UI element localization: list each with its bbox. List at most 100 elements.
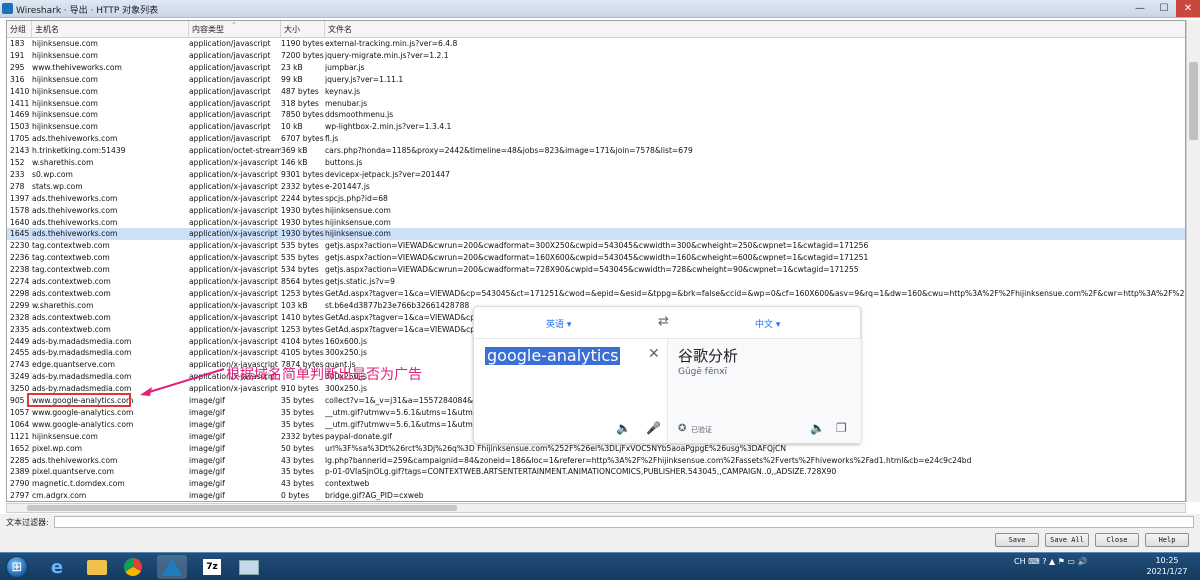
copy-icon[interactable]: ❐: [836, 421, 847, 435]
cell-size: 6707 bytes: [281, 134, 324, 144]
cell-packet: 2299: [10, 300, 30, 310]
table-row[interactable]: 2389 pixel.quantserve.com image/gif 35 byte…: [7, 466, 1185, 478]
table-row[interactable]: 2230 tag.contextweb.com application/x-java…: [7, 240, 1185, 252]
taskbar-7zip[interactable]: 7z: [197, 555, 227, 579]
cell-content-type: image/gif: [189, 491, 225, 501]
cell-packet: 2797: [10, 491, 30, 501]
text-filter-input[interactable]: [54, 516, 1194, 528]
swap-languages-icon[interactable]: ⇄: [658, 314, 669, 329]
target-language-select[interactable]: 中文 ▾: [755, 317, 780, 330]
table-row[interactable]: 2797 cm.adgrx.com image/gif 0 bytes bridge.g…: [7, 490, 1185, 501]
save-button[interactable]: Save: [995, 533, 1039, 547]
cell-size: 7200 bytes: [281, 50, 324, 60]
close-button[interactable]: Close: [1095, 533, 1139, 547]
table-row[interactable]: 1410 hijinksensue.com application/javascri…: [7, 86, 1185, 98]
cell-packet: 2274: [10, 277, 30, 286]
minimize-button[interactable]: —: [1128, 0, 1152, 17]
horizontal-scroll-thumb[interactable]: [27, 505, 457, 511]
table-row[interactable]: 2298 ads.contextweb.com application/x-java…: [7, 288, 1185, 300]
cell-size: 487 bytes: [281, 86, 319, 96]
cell-size: 50 bytes: [281, 443, 314, 453]
table-row[interactable]: 2143 h.trinketking.com:51439 application/o…: [7, 145, 1185, 157]
column-header-filename[interactable]: 文件名: [325, 21, 1185, 38]
cell-size: 1930 bytes: [281, 229, 324, 239]
table-row[interactable]: 2238 tag.contextweb.com application/x-java…: [7, 264, 1185, 276]
table-row[interactable]: 278 stats.wp.com application/x-javascript 2…: [7, 181, 1185, 193]
save-all-button[interactable]: Save All: [1045, 533, 1089, 547]
cell-hostname: ads-by.madadsmedia.com: [32, 348, 132, 358]
window-titlebar: Wireshark · 导出 · HTTP 对象列表 — ☐ ✕: [0, 0, 1200, 18]
table-row[interactable]: 1652 pixel.wp.com image/gif 50 bytes url%3F%…: [7, 443, 1185, 455]
cell-size: 1190 bytes: [281, 39, 324, 48]
table-row[interactable]: 2285 ads.thehiveworks.com image/gif 43 byte…: [7, 455, 1185, 467]
cell-content-type: application/x-javascript: [189, 169, 278, 179]
cell-filename: external-tracking.min.js?ver=6.4.8: [325, 39, 458, 48]
microphone-icon[interactable]: 🎤: [646, 421, 661, 435]
taskbar-wireshark[interactable]: [157, 555, 187, 579]
clear-icon[interactable]: ✕: [648, 346, 660, 362]
help-button[interactable]: Help: [1145, 533, 1189, 547]
cell-filename: url%3F%sa%3Dt%26rct%3Dj%26q%3D Fhijinkse…: [325, 443, 787, 453]
source-text[interactable]: google-analytics: [485, 347, 621, 365]
table-row[interactable]: 1645 ads.thehiveworks.com application/x-ja…: [7, 228, 1185, 241]
cell-size: 8564 bytes: [281, 277, 324, 286]
table-row[interactable]: 2790 magnetic.t.domdex.com image/gif 43 byt…: [7, 478, 1185, 490]
vertical-scrollbar[interactable]: [1186, 20, 1200, 502]
cell-size: 4104 bytes: [281, 336, 324, 346]
table-row[interactable]: 1411 hijinksensue.com application/javascri…: [7, 98, 1185, 110]
clock[interactable]: 10:25 2021/1/27: [1142, 555, 1192, 577]
cell-hostname: hijinksensue.com: [32, 74, 98, 84]
maximize-button[interactable]: ☐: [1152, 0, 1176, 17]
cell-packet: 2335: [10, 324, 30, 334]
cell-filename: getjs.aspx?action=VIEWAD&cwrun=200&cwadf…: [325, 265, 859, 275]
cell-size: 43 bytes: [281, 455, 314, 465]
cell-content-type: application/x-javascript: [189, 265, 278, 275]
table-row[interactable]: 191 hijinksensue.com application/javascrip…: [7, 50, 1185, 62]
system-tray[interactable]: CH ⌨ ? ▲ ⚑ ▭ 🔊: [1014, 557, 1088, 566]
table-row[interactable]: 183 hijinksensue.com application/javascrip…: [7, 38, 1185, 50]
highlight-box: [27, 393, 131, 407]
cell-hostname: h.trinketking.com:51439: [32, 146, 126, 156]
vertical-scroll-thumb[interactable]: [1189, 62, 1198, 140]
dialog-button-bar: Save Save All Close Help: [0, 530, 1200, 552]
taskbar-image-viewer[interactable]: [234, 555, 264, 579]
column-header-size[interactable]: 大小: [281, 21, 325, 38]
cell-size: 2332 bytes: [281, 431, 324, 441]
table-row[interactable]: 152 w.sharethis.com application/x-javascri…: [7, 157, 1185, 169]
taskbar-explorer[interactable]: [82, 555, 112, 579]
cell-content-type: image/gif: [189, 479, 225, 489]
cell-size: 1410 bytes: [281, 312, 324, 322]
table-row[interactable]: 295 www.thehiveworks.com application/javas…: [7, 62, 1185, 74]
cell-filename: fl.js: [325, 134, 339, 144]
table-row[interactable]: 1640 ads.thehiveworks.com application/x-ja…: [7, 217, 1185, 229]
cell-filename: bridge.gif?AG_PID=cxweb: [325, 491, 424, 501]
column-header-packet[interactable]: 分组: [7, 21, 32, 38]
cell-content-type: application/javascript: [189, 122, 271, 132]
cell-packet: 1411: [10, 98, 30, 108]
clock-time: 10:25: [1155, 556, 1179, 565]
start-button[interactable]: ⊞: [2, 555, 32, 579]
table-row[interactable]: 1469 hijinksensue.com application/javascri…: [7, 109, 1185, 121]
table-row[interactable]: 1397 ads.thehiveworks.com application/x-ja…: [7, 193, 1185, 205]
table-row[interactable]: 233 s0.wp.com application/x-javascript 9301…: [7, 169, 1185, 181]
taskbar-chrome[interactable]: [118, 555, 148, 579]
table-row[interactable]: 1503 hijinksensue.com application/javascri…: [7, 121, 1185, 133]
horizontal-scrollbar[interactable]: [6, 503, 1186, 513]
taskbar-ie[interactable]: e: [42, 555, 72, 579]
verified-label: 已验证: [691, 426, 712, 434]
table-row[interactable]: 2236 tag.contextweb.com application/x-java…: [7, 252, 1185, 264]
table-row[interactable]: 1578 ads.thehiveworks.com application/x-ja…: [7, 205, 1185, 217]
table-row[interactable]: 1705 ads.thehiveworks.com application/java…: [7, 133, 1185, 145]
cell-content-type: application/x-javascript: [189, 300, 278, 310]
close-window-button[interactable]: ✕: [1176, 0, 1200, 17]
cell-hostname: ads.thehiveworks.com: [32, 217, 118, 227]
table-row[interactable]: 316 hijinksensue.com application/javascrip…: [7, 74, 1185, 86]
source-language-select[interactable]: 英语 ▾: [546, 317, 571, 330]
cell-hostname: tag.contextweb.com: [32, 253, 110, 263]
column-header-hostname[interactable]: 主机名: [32, 21, 189, 38]
cell-hostname: ads.contextweb.com: [32, 277, 111, 286]
speaker-icon[interactable]: 🔈: [810, 421, 825, 435]
table-row[interactable]: 2274 ads.contextweb.com application/x-java…: [7, 276, 1185, 288]
speaker-icon[interactable]: 🔈: [616, 421, 631, 435]
cell-packet: 1705: [10, 134, 30, 144]
